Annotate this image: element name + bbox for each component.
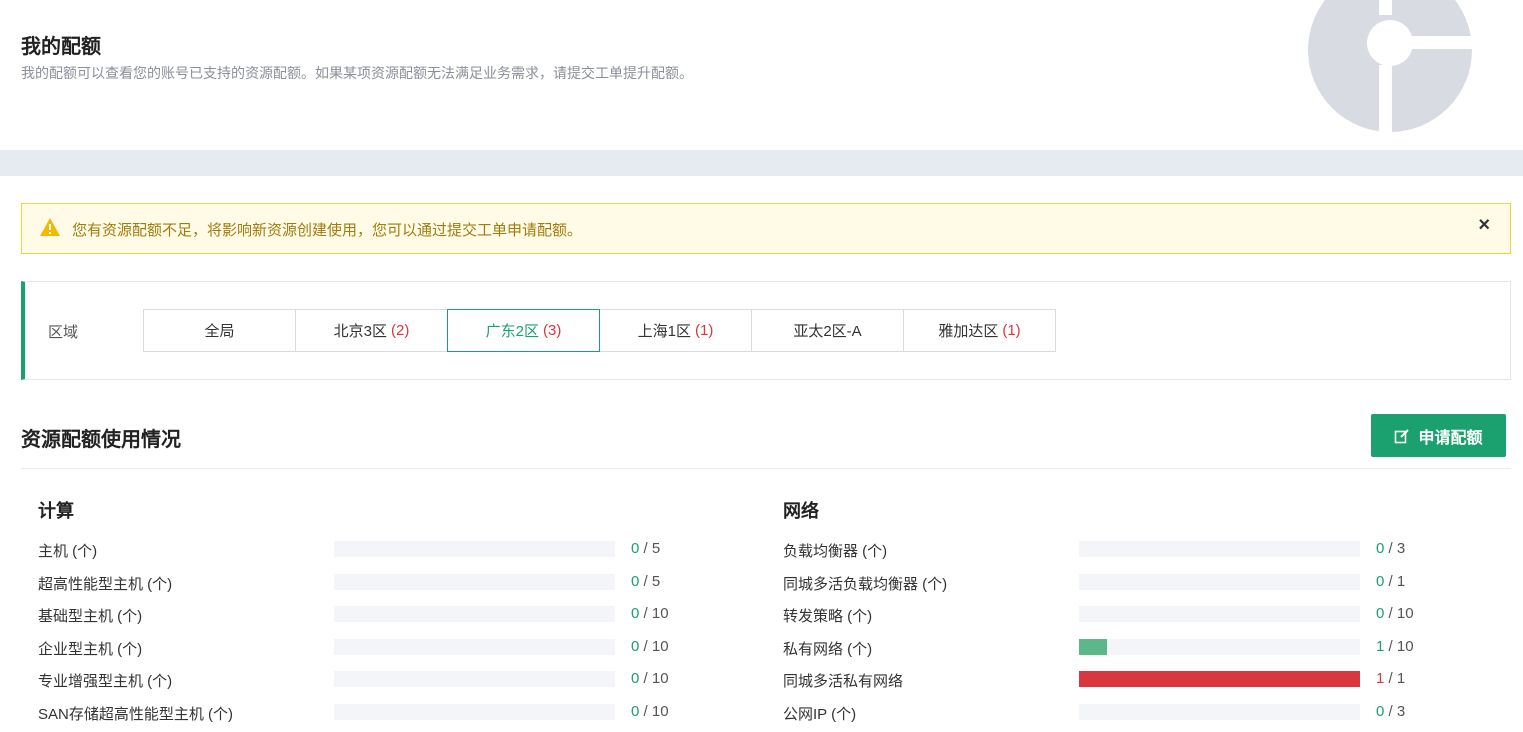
quota-used: 0 xyxy=(631,702,640,720)
region-tab-name: 雅加达区 xyxy=(938,323,999,340)
quota-total: / 1 xyxy=(1388,670,1406,687)
quota-label: 专业增强型主机 (个) xyxy=(38,673,173,690)
quota-used: 0 xyxy=(631,605,640,622)
quota-value: 0 / 3 xyxy=(1376,540,1405,557)
region-tab-name: 全局 xyxy=(204,323,235,340)
quota-total: / 3 xyxy=(1388,702,1406,720)
quota-used: 0 xyxy=(1376,702,1385,720)
quota-label: 公网IP (个) xyxy=(783,705,857,723)
region-tab-count: (3) xyxy=(543,322,562,339)
region-tab[interactable]: 亚太2区-A xyxy=(751,309,904,352)
quota-label: 主机 (个) xyxy=(38,543,98,560)
quota-used: 0 xyxy=(1376,572,1385,590)
quota-value: 0 / 10 xyxy=(631,703,669,720)
region-selector: 区域 全局 北京3区 (2) 广东2区 (3) 上海1区 (1) 亚太2区-A 雅加达区 (1) xyxy=(21,281,1511,380)
quota-value: 1 / 10 xyxy=(1376,638,1414,655)
region-tab-name: 上海1区 xyxy=(637,323,691,340)
quota-progress-bar xyxy=(1079,606,1360,622)
network-group-title: 网络 xyxy=(783,501,819,521)
region-tab-name: 广东2区 xyxy=(485,323,539,340)
quota-progress-bar xyxy=(334,638,615,655)
quota-used: 0 xyxy=(631,540,640,557)
region-tab-name: 亚太2区-A xyxy=(793,323,862,340)
quota-label: 企业型主机 (个) xyxy=(38,640,143,658)
region-tab[interactable]: 广东2区 (3) xyxy=(447,309,600,352)
region-tab-name: 北京3区 xyxy=(333,323,387,340)
quota-value: 0 / 3 xyxy=(1376,703,1405,720)
quota-value: 0 / 5 xyxy=(631,573,660,590)
quota-label: 基础型主机 (个) xyxy=(38,608,143,625)
quota-progress-bar xyxy=(1079,703,1360,720)
quota-progress-bar xyxy=(334,703,615,720)
quota-value: 0 / 1 xyxy=(1376,573,1405,590)
region-label: 区域 xyxy=(48,324,79,341)
quota-used: 1 xyxy=(1376,637,1385,655)
quota-total: / 10 xyxy=(643,637,669,655)
quota-used: 0 xyxy=(1376,540,1385,557)
network-quota-group: 网络 负载均衡器 (个) 0 / 3 同城多活负载均衡器 (个) 0 / 1 转发策略 … xyxy=(783,497,1463,723)
region-tab[interactable]: 全局 xyxy=(143,309,296,352)
alert-message: 您有资源配额不足，将影响新资源创建使用，您可以通过提交工单申请配额。 xyxy=(72,222,583,239)
quota-warning-alert: 您有资源配额不足，将影响新资源创建使用，您可以通过提交工单申请配额。 × xyxy=(21,203,1511,254)
compute-quota-group: 计算 主机 (个) 0 / 5 超高性能型主机 (个) 0 / 5 基础型主机 (个) 0… xyxy=(38,497,698,723)
region-tab-count: (1) xyxy=(1002,322,1021,339)
quota-total: / 3 xyxy=(1388,540,1406,557)
quota-progress-bar xyxy=(334,606,615,622)
quota-total: / 1 xyxy=(1388,572,1406,590)
quota-value: 0 / 10 xyxy=(631,605,669,622)
region-tab-count: (2) xyxy=(391,322,410,339)
quota-progress-bar xyxy=(334,541,615,557)
quota-label: 转发策略 (个) xyxy=(783,608,873,625)
quota-label: SAN存储超高性能型主机 (个) xyxy=(38,705,234,723)
quota-progress-bar xyxy=(1079,541,1360,557)
page-description: 我的配额可以查看您的账号已支持的资源配额。如果某项资源配额无法满足业务需求，请提… xyxy=(21,65,693,81)
page-title: 我的配额 xyxy=(21,36,101,58)
quota-total: / 10 xyxy=(1388,637,1414,655)
quota-label: 超高性能型主机 (个) xyxy=(38,575,173,593)
region-tabs: 全局 北京3区 (2) 广东2区 (3) 上海1区 (1) 亚太2区-A 雅加达区 (1) xyxy=(143,309,1056,352)
section-divider xyxy=(21,468,1511,469)
quota-used: 0 xyxy=(1376,605,1385,622)
compute-group-title: 计算 xyxy=(38,501,74,521)
quota-total: / 10 xyxy=(643,670,669,687)
region-tab[interactable]: 雅加达区 (1) xyxy=(903,309,1056,352)
quota-progress-fill xyxy=(1079,671,1360,687)
region-tab[interactable]: 北京3区 (2) xyxy=(295,309,448,352)
quota-total: / 5 xyxy=(643,572,661,590)
quota-total: / 10 xyxy=(1388,605,1414,622)
edit-icon xyxy=(1395,428,1410,443)
section-title: 资源配额使用情况 xyxy=(21,429,181,451)
quota-value: 0 / 5 xyxy=(631,540,660,557)
quota-total: / 10 xyxy=(643,605,669,622)
region-tab-count: (1) xyxy=(695,322,714,339)
quota-label: 私有网络 (个) xyxy=(783,640,873,658)
quota-label: 同城多活私有网络 xyxy=(783,673,904,690)
quota-progress-bar xyxy=(1079,671,1360,687)
apply-quota-button[interactable]: 申请配额 xyxy=(1371,414,1506,457)
warning-icon xyxy=(40,218,60,236)
quota-value: 0 / 10 xyxy=(1376,605,1414,622)
quota-progress-bar xyxy=(1079,638,1360,655)
quota-value: 0 / 10 xyxy=(631,638,669,655)
close-icon[interactable]: × xyxy=(1478,214,1490,237)
quota-progress-bar xyxy=(334,573,615,590)
header-separator-band xyxy=(0,150,1523,176)
quota-progress-bar xyxy=(1079,573,1360,590)
quota-label: 负载均衡器 (个) xyxy=(783,543,888,560)
quota-used: 0 xyxy=(631,670,640,687)
page-header: 我的配额 我的配额可以查看您的账号已支持的资源配额。如果某项资源配额无法满足业务… xyxy=(0,0,1523,150)
region-tab[interactable]: 上海1区 (1) xyxy=(599,309,752,352)
quota-total: / 10 xyxy=(643,702,669,720)
quota-value: 0 / 10 xyxy=(631,670,669,687)
quota-used: 0 xyxy=(631,572,640,590)
quota-progress-bar xyxy=(334,671,615,687)
decoration-illustration xyxy=(1308,0,1472,135)
quota-progress-fill xyxy=(1079,638,1108,655)
quota-total: / 5 xyxy=(643,540,661,557)
quota-value: 1 / 1 xyxy=(1376,670,1405,687)
apply-quota-label: 申请配额 xyxy=(1418,429,1483,447)
quota-used: 0 xyxy=(631,637,640,655)
quota-label: 同城多活负载均衡器 (个) xyxy=(783,575,948,593)
quota-used: 1 xyxy=(1376,670,1385,687)
